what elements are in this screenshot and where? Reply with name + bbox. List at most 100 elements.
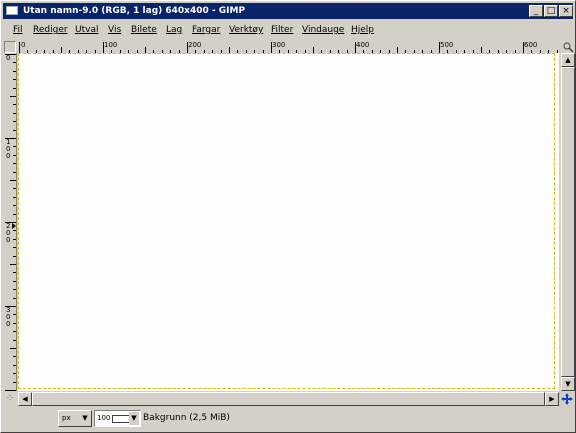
- ruler-tick: [13, 247, 16, 248]
- window-title: Utan namn-9.0 (RGB, 1 lag) 640x400 - GIM…: [23, 6, 246, 16]
- chevron-down-icon: ▼: [129, 412, 139, 425]
- menu-utval[interactable]: Utval: [73, 23, 100, 37]
- ruler-tick: [439, 42, 440, 53]
- ruler-tick: [13, 382, 16, 383]
- ruler-tick: [13, 340, 16, 341]
- ruler-tick: [13, 113, 16, 114]
- ruler-tick: [5, 390, 16, 391]
- ruler-tick: [5, 222, 16, 223]
- gimp-image-window: Utan namn-9.0 (RGB, 1 lag) 640x400 - GIM…: [0, 0, 576, 433]
- hruler-label: 100: [104, 41, 118, 49]
- maximize-button[interactable]: □: [544, 5, 558, 17]
- ruler-tick: [13, 356, 16, 357]
- hruler-label: 300: [272, 41, 286, 49]
- ruler-tick: [13, 62, 16, 63]
- ruler-tick: [13, 298, 16, 299]
- menu-vindauge[interactable]: Vindauge: [300, 23, 346, 37]
- menu-vis[interactable]: Vis: [106, 23, 123, 37]
- menu-fil[interactable]: Fil: [11, 23, 25, 37]
- scroll-right-button[interactable]: ▶: [545, 392, 559, 406]
- ruler-tick: [13, 373, 16, 374]
- ruler-tick: [10, 180, 16, 181]
- layer-info: Bakgrunn (2,5 MiB): [143, 413, 230, 423]
- vruler-label: 0: [6, 54, 11, 62]
- ruler-tick: [13, 79, 16, 80]
- ruler-tick: [13, 331, 16, 332]
- hruler-label: 200: [188, 41, 202, 49]
- ruler-tick: [13, 314, 16, 315]
- zoom-value: 100: [97, 414, 111, 422]
- ruler-tick: [13, 197, 16, 198]
- ruler-tick: [13, 146, 16, 147]
- menu-hjelp[interactable]: Hjelp: [349, 23, 376, 37]
- ruler-tick: [13, 71, 16, 72]
- move-icon[interactable]: [560, 392, 574, 406]
- ruler-tick: [13, 172, 16, 173]
- menu-rediger[interactable]: Rediger: [31, 23, 70, 37]
- ruler-tick: [13, 214, 16, 215]
- app-icon: [6, 6, 18, 15]
- ruler-tick: [13, 281, 16, 282]
- ruler-tick: [13, 205, 16, 206]
- ruler-tick: [5, 54, 16, 55]
- menu-bilete[interactable]: Bilete: [129, 23, 159, 37]
- menu-verktoy[interactable]: Verktøy: [227, 23, 265, 37]
- ruler-tick: [10, 348, 16, 349]
- menu-filter[interactable]: Filter: [269, 23, 295, 37]
- menu-fargar[interactable]: Fargar: [190, 23, 222, 37]
- ruler-tick: [10, 264, 16, 265]
- chevron-down-icon: ▼: [80, 412, 90, 425]
- vertical-scroll-thumb[interactable]: [561, 67, 575, 377]
- ruler-tick: [13, 256, 16, 257]
- navigate-icon[interactable]: [562, 41, 574, 53]
- ruler-tick: [13, 104, 16, 105]
- ruler-tick: [103, 42, 104, 53]
- status-bar: px ▼ 100 ▼ Bakgrunn (2,5 MiB): [3, 408, 573, 430]
- ruler-tick: [13, 163, 16, 164]
- ruler-tick: [355, 42, 356, 53]
- scroll-left-button[interactable]: ◀: [18, 392, 32, 406]
- hruler-label: 0: [21, 41, 26, 49]
- close-button[interactable]: ×: [559, 5, 573, 17]
- zoom-select[interactable]: 100 ▼: [94, 410, 141, 427]
- ruler-tick: [10, 96, 16, 97]
- scroll-down-button[interactable]: ▼: [561, 377, 575, 391]
- horizontal-scroll-thumb[interactable]: [32, 392, 545, 406]
- menu-bar: Fil Rediger Utval Vis Bilete Lag Fargar …: [3, 21, 573, 39]
- ruler-tick: [13, 155, 16, 156]
- ruler-tick: [13, 130, 16, 131]
- ruler-tick: [13, 323, 16, 324]
- scroll-up-button[interactable]: ▲: [561, 53, 575, 67]
- quick-mask-icon[interactable]: ⁘: [4, 393, 16, 405]
- unit-select[interactable]: px ▼: [58, 410, 92, 427]
- vertical-scrollbar[interactable]: ▲ ▼: [561, 53, 575, 391]
- ruler-tick: [13, 121, 16, 122]
- hruler-label: 500: [440, 41, 454, 49]
- ruler-tick: [19, 42, 20, 53]
- menu-lag[interactable]: Lag: [164, 23, 184, 37]
- ruler-tick: [523, 42, 524, 53]
- ruler-tick: [13, 365, 16, 366]
- ruler-tick: [13, 230, 16, 231]
- hruler-label: 400: [356, 41, 370, 49]
- ruler-tick: [187, 42, 188, 53]
- unit-value: px: [62, 414, 71, 422]
- ruler-tick: [271, 42, 272, 53]
- ruler-tick: [13, 188, 16, 189]
- ruler-tick: [13, 88, 16, 89]
- ruler-tick: [5, 306, 16, 307]
- vertical-ruler[interactable]: 0 100 200 300: [4, 53, 17, 391]
- horizontal-scrollbar[interactable]: ◀ ▶: [18, 392, 559, 406]
- vruler-label: 300: [6, 306, 11, 328]
- minimize-button[interactable]: _: [529, 5, 543, 17]
- pointer-marker: [12, 223, 16, 229]
- hruler-label: 600: [524, 41, 538, 49]
- ruler-tick: [13, 289, 16, 290]
- canvas-area[interactable]: [18, 53, 559, 391]
- vruler-label: 100: [6, 138, 11, 160]
- ruler-tick: [13, 272, 16, 273]
- ruler-tick: [5, 138, 16, 139]
- ruler-corner[interactable]: [4, 41, 16, 53]
- image-canvas[interactable]: [18, 53, 555, 389]
- title-bar[interactable]: Utan namn-9.0 (RGB, 1 lag) 640x400 - GIM…: [3, 3, 573, 19]
